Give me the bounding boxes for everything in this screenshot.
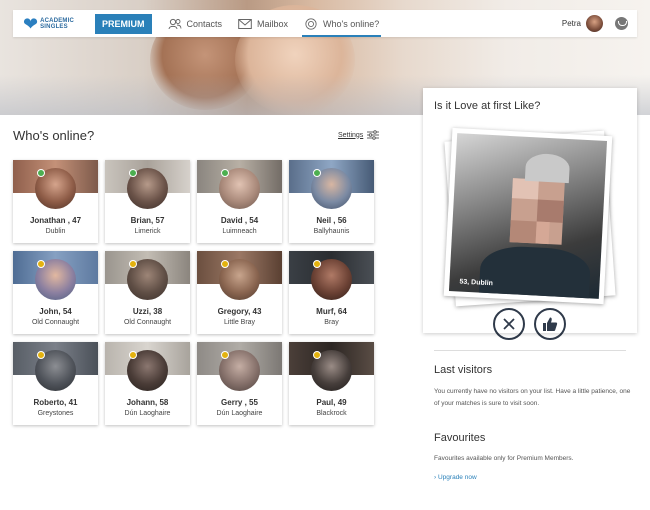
heart-logo-icon: ❤: [23, 13, 39, 34]
settings-link[interactable]: Settings: [338, 130, 380, 140]
status-indicator: [37, 169, 45, 177]
status-indicator: [313, 260, 321, 268]
nav-contacts-label: Contacts: [186, 18, 223, 29]
profile-city: Limerick: [134, 228, 161, 235]
profile-city: Old Connaught: [31, 319, 80, 326]
profile-card[interactable]: Neil , 56 Ballyhaunis: [289, 160, 374, 243]
logo-line-2: SINGLES: [40, 23, 68, 30]
profile-city: Dún Laoghaire: [216, 410, 263, 417]
upgrade-link[interactable]: › Upgrade now: [434, 474, 477, 481]
profile-card[interactable]: John, 54 Old Connaught: [13, 251, 98, 334]
target-icon: [305, 17, 317, 30]
profile-city: Luimneach: [222, 228, 257, 235]
profile-card[interactable]: Murf, 64 Bray: [289, 251, 374, 334]
user-avatar[interactable]: [586, 15, 603, 32]
profile-city: Bray: [324, 319, 339, 326]
profile-name[interactable]: John, 54: [13, 307, 98, 316]
profile-card[interactable]: Roberto, 41 Greystones: [13, 342, 98, 425]
status-indicator: [313, 169, 321, 177]
nav-whos-online[interactable]: Who's online?: [302, 10, 382, 37]
profile-card[interactable]: Uzzi, 38 Old Connaught: [105, 251, 190, 334]
account-menu-icon[interactable]: [615, 17, 628, 30]
profile-name[interactable]: Brian, 57: [105, 216, 190, 225]
last-visitors-text: You currently have no visitors on your l…: [434, 388, 631, 407]
sliders-icon: [367, 130, 380, 140]
user-name[interactable]: Petra: [562, 19, 581, 28]
divider: [434, 350, 626, 351]
profile-card[interactable]: Gregory, 43 Little Bray: [197, 251, 282, 334]
profile-card[interactable]: Paul, 49 Blackrock: [289, 342, 374, 425]
profile-name[interactable]: Gregory, 43: [197, 307, 282, 316]
status-indicator: [37, 351, 45, 359]
profile-name[interactable]: Paul, 49: [289, 398, 374, 407]
status-indicator: [37, 260, 45, 268]
profile-city: Greystones: [37, 410, 74, 417]
profile-name[interactable]: David , 54: [197, 216, 282, 225]
top-navigation-bar: ❤ ACADEMIC SINGLES PREMIUM Contacts Mail…: [13, 10, 637, 37]
last-visitors-title: Last visitors: [434, 364, 493, 376]
logo[interactable]: ❤ ACADEMIC SINGLES: [23, 15, 85, 33]
status-indicator: [129, 260, 137, 268]
profile-card[interactable]: Brian, 57 Limerick: [105, 160, 190, 243]
profile-city: Dublin: [45, 228, 66, 235]
favourites-text: Favourites available only for Premium Me…: [434, 455, 574, 462]
status-indicator: [129, 351, 137, 359]
profile-city: Little Bray: [223, 319, 256, 326]
profile-name[interactable]: Murf, 64: [289, 307, 374, 316]
nav-whos-online-label: Who's online?: [323, 18, 380, 29]
profile-card[interactable]: Gerry , 55 Dún Laoghaire: [197, 342, 282, 425]
profile-name[interactable]: Johann, 58: [105, 398, 190, 407]
mail-icon: [238, 18, 252, 29]
upgrade-label: Upgrade now: [437, 474, 477, 481]
status-indicator: [221, 169, 229, 177]
status-indicator: [313, 351, 321, 359]
logo-text: ACADEMIC SINGLES: [40, 18, 80, 30]
favourites-title: Favourites: [434, 432, 486, 444]
profile-city: Dún Laoghaire: [124, 410, 171, 417]
profile-city: Ballyhaunis: [313, 228, 350, 235]
profile-card[interactable]: David , 54 Luimneach: [197, 160, 282, 243]
nav-mailbox-label: Mailbox: [257, 18, 289, 29]
status-indicator: [221, 260, 229, 268]
status-indicator: [129, 169, 137, 177]
profile-name[interactable]: Uzzi, 38: [105, 307, 190, 316]
nav-contacts[interactable]: Contacts: [168, 10, 223, 37]
nav-mailbox[interactable]: Mailbox: [238, 10, 288, 37]
section-title: Who's online?: [13, 128, 95, 143]
profile-city: Old Connaught: [123, 319, 172, 326]
profile-city: Blackrock: [316, 410, 347, 417]
profile-grid: Jonathan , 47 Dublin Brian, 57 Limerick Davi…: [13, 160, 374, 425]
status-indicator: [221, 351, 229, 359]
profile-card[interactable]: Jonathan , 47 Dublin: [13, 160, 98, 243]
settings-label: Settings: [338, 131, 364, 139]
profile-name[interactable]: Jonathan , 47: [13, 216, 98, 225]
contacts-icon: [168, 18, 181, 29]
premium-button[interactable]: PREMIUM: [95, 13, 152, 34]
profile-name[interactable]: Roberto, 41: [13, 398, 98, 407]
profile-name[interactable]: Neil , 56: [289, 216, 374, 225]
profile-name[interactable]: Gerry , 55: [197, 398, 282, 407]
profile-card[interactable]: Johann, 58 Dún Laoghaire: [105, 342, 190, 425]
